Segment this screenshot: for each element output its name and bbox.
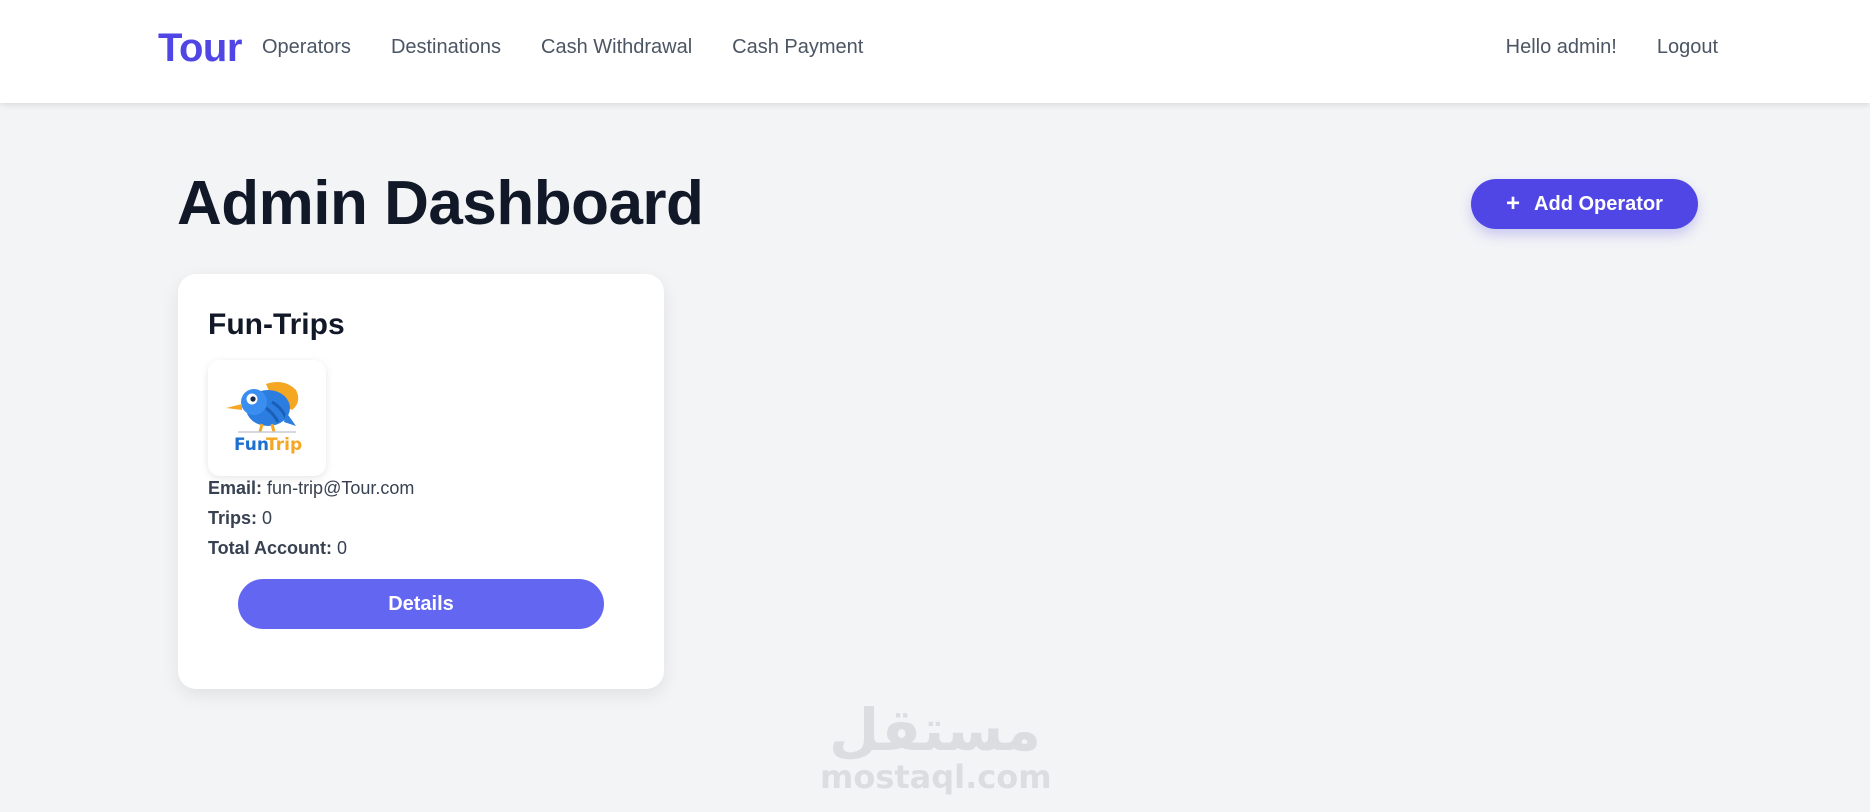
navbar: Tour Operators Destinations Cash Withdra…	[0, 0, 1870, 103]
nav-link-cash-withdrawal[interactable]: Cash Withdrawal	[541, 36, 692, 59]
operator-trips: Trips: 0	[208, 508, 272, 529]
user-greeting: Hello admin!	[1505, 36, 1617, 58]
logout-link[interactable]: Logout	[1657, 36, 1718, 59]
page-title: Admin Dashboard	[177, 169, 704, 238]
operator-total-account: Total Account: 0	[208, 538, 347, 559]
nav-link-cash-payment[interactable]: Cash Payment	[732, 36, 863, 59]
operator-logo: Fun Trip	[208, 360, 326, 476]
email-value: fun-trip@Tour.com	[267, 478, 415, 498]
trips-label: Trips:	[208, 508, 258, 528]
operator-card: Fun-Trips Fun Trip Email: fun-trip@Tour.…	[178, 274, 664, 689]
trips-value: 0	[262, 508, 273, 528]
nav-user-area: Hello admin! Logout	[1506, 36, 1718, 59]
add-operator-button[interactable]: + Add Operator	[1471, 179, 1698, 229]
watermark: مستقل mostaql.com	[820, 696, 1052, 796]
logo-text-trip: Trip	[266, 435, 302, 455]
plus-icon: +	[1506, 190, 1521, 217]
watermark-latin: mostaql.com	[820, 758, 1052, 796]
add-operator-label: Add Operator	[1534, 192, 1663, 215]
watermark-arabic: مستقل	[828, 696, 1042, 764]
email-label: Email:	[208, 478, 263, 498]
details-button[interactable]: Details	[238, 579, 604, 629]
operator-name: Fun-Trips	[208, 308, 345, 341]
total-account-value: 0	[337, 538, 348, 558]
logo-text-fun: Fun	[234, 435, 269, 455]
nav-links: Operators Destinations Cash Withdrawal C…	[262, 36, 863, 59]
nav-link-operators[interactable]: Operators	[262, 36, 351, 59]
total-account-label: Total Account:	[208, 538, 332, 558]
nav-link-destinations[interactable]: Destinations	[391, 36, 501, 59]
funtrip-bird-logo: Fun Trip	[226, 382, 302, 455]
operator-email: Email: fun-trip@Tour.com	[208, 478, 414, 499]
brand-logo[interactable]: Tour	[158, 26, 242, 71]
